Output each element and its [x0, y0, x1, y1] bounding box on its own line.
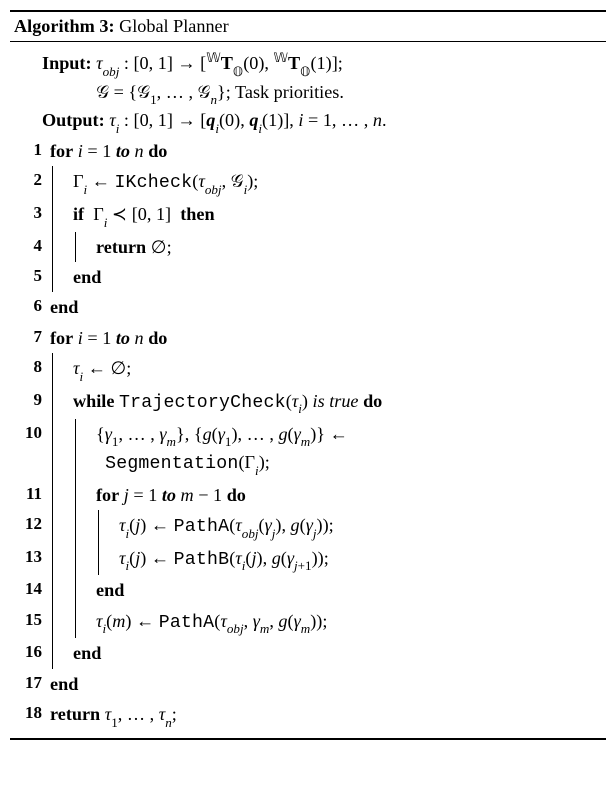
code-line: 10 {γ1, … , γm}, {g(γ1), … , g(γm)} ← Se…	[14, 419, 602, 480]
code-line: 2 Γi ← IKcheck(τobj, 𝒢i);	[14, 166, 602, 199]
line-number: 11	[14, 480, 50, 510]
input-label: Input:	[42, 53, 92, 73]
code-line: 4 return ∅;	[14, 232, 602, 262]
code-line: 9 while TrajectoryCheck(τi) is true do	[14, 386, 602, 419]
line-number: 8	[14, 353, 50, 386]
line-4: return ∅;	[96, 232, 602, 262]
line-number: 5	[14, 262, 50, 292]
code-block: 1 for i = 1 to n do 2 Γi ← IKcheck(τobj,…	[14, 136, 602, 732]
input-line-2: 𝒢 = {𝒢1, … , 𝒢n}; Task priorities.	[96, 82, 344, 102]
line-1: for i = 1 to n do	[50, 136, 602, 166]
line-12: τi(j) ← PathA(τobj(γj), g(γj));	[119, 510, 602, 543]
line-11: for j = 1 to m − 1 do	[96, 480, 602, 510]
algorithm-body: Input: τobj : [0, 1] → [𝕎T𝕆(0), 𝕎T𝕆(1)];…	[10, 42, 606, 738]
line-7: for i = 1 to n do	[50, 323, 602, 353]
line-number: 14	[14, 575, 50, 605]
line-9: while TrajectoryCheck(τi) is true do	[73, 386, 602, 419]
output-label: Output:	[42, 110, 105, 130]
line-8: τi ← ∅;	[73, 353, 602, 386]
line-10: {γ1, … , γm}, {g(γ1), … , g(γm)} ← Segme…	[96, 419, 602, 480]
code-line: 14 end	[14, 575, 602, 605]
code-line: 18 return τ1, … , τn;	[14, 699, 602, 732]
line-number: 17	[14, 669, 50, 699]
code-line: 1 for i = 1 to n do	[14, 136, 602, 166]
line-number: 2	[14, 166, 50, 199]
line-number: 1	[14, 136, 50, 166]
line-2: Γi ← IKcheck(τobj, 𝒢i);	[73, 166, 602, 199]
output-line: τi : [0, 1] → [qi(0), qi(1)], i = 1, … ,…	[109, 110, 386, 130]
code-line: 12 τi(j) ← PathA(τobj(γj), g(γj));	[14, 510, 602, 543]
line-number: 13	[14, 543, 50, 576]
algorithm-header: Algorithm 3: Global Planner	[10, 12, 606, 42]
algorithm-title: Global Planner	[119, 16, 229, 36]
line-5: end	[73, 262, 602, 292]
code-line: 17 end	[14, 669, 602, 699]
code-line: 6 end	[14, 292, 602, 322]
line-number: 15	[14, 606, 50, 639]
line-number: 9	[14, 386, 50, 419]
line-number: 4	[14, 232, 50, 262]
line-number: 7	[14, 323, 50, 353]
code-line: 11 for j = 1 to m − 1 do	[14, 480, 602, 510]
code-line: 13 τi(j) ← PathB(τi(j), g(γj+1));	[14, 543, 602, 576]
output-block: Output: τi : [0, 1] → [qi(0), qi(1)], i …	[14, 107, 602, 136]
input-block: Input: τobj : [0, 1] → [𝕎T𝕆(0), 𝕎T𝕆(1)];…	[14, 48, 602, 107]
line-18: return τ1, … , τn;	[50, 699, 602, 732]
code-line: 7 for i = 1 to n do	[14, 323, 602, 353]
line-number: 6	[14, 292, 50, 322]
line-16: end	[73, 638, 602, 668]
code-line: 8 τi ← ∅;	[14, 353, 602, 386]
line-6: end	[50, 292, 602, 322]
line-15: τi(m) ← PathA(τobj, γm, g(γm));	[96, 606, 602, 639]
algorithm-number: Algorithm 3:	[14, 16, 115, 36]
algorithm-box: Algorithm 3: Global Planner Input: τobj …	[10, 10, 606, 740]
line-3: if Γi ≺ [0, 1] then	[73, 199, 602, 232]
code-line: 3 if Γi ≺ [0, 1] then	[14, 199, 602, 232]
line-13: τi(j) ← PathB(τi(j), g(γj+1));	[119, 543, 602, 576]
line-14: end	[96, 575, 602, 605]
code-line: 5 end	[14, 262, 602, 292]
code-line: 16 end	[14, 638, 602, 668]
line-number: 3	[14, 199, 50, 232]
line-number: 12	[14, 510, 50, 543]
line-17: end	[50, 669, 602, 699]
code-line: 15 τi(m) ← PathA(τobj, γm, g(γm));	[14, 606, 602, 639]
input-line-1: τobj : [0, 1] → [𝕎T𝕆(0), 𝕎T𝕆(1)];	[96, 53, 343, 73]
line-number: 18	[14, 699, 50, 732]
line-number: 16	[14, 638, 50, 668]
line-number: 10	[14, 419, 50, 480]
